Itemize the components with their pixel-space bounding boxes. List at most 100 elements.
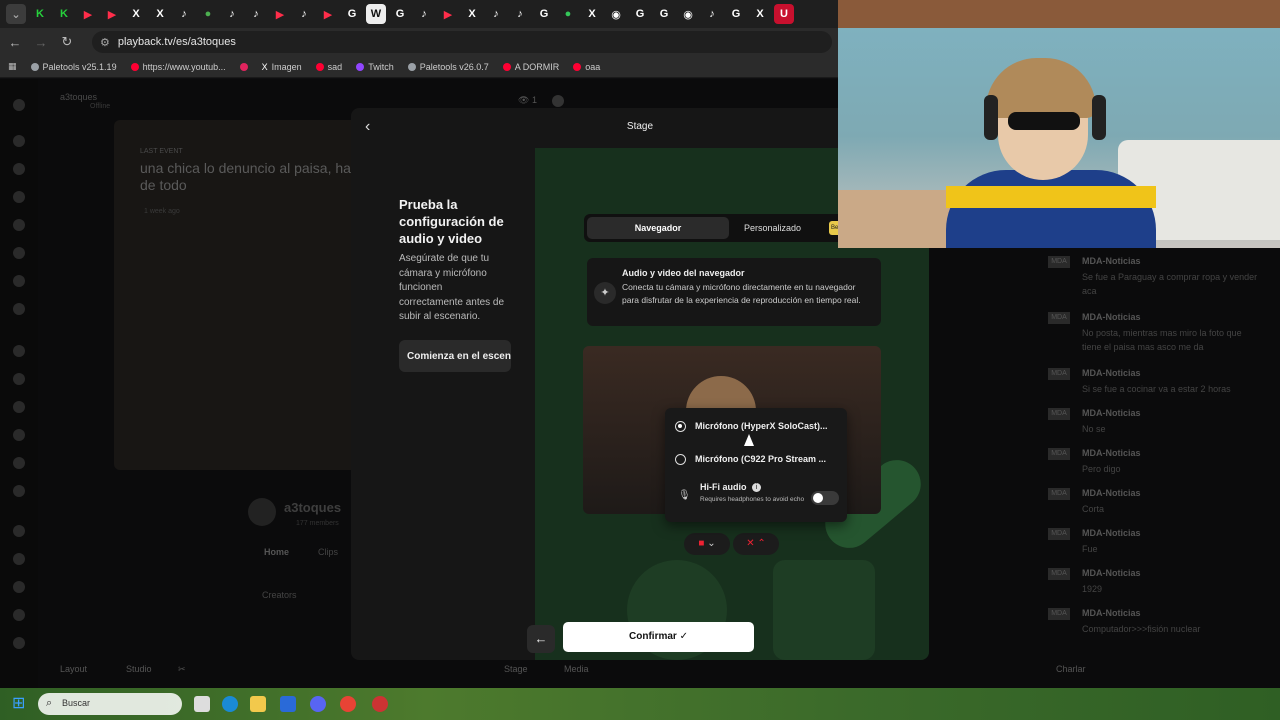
discord-icon[interactable]: [310, 696, 326, 712]
bookmark-item[interactable]: oaa: [573, 62, 600, 72]
task-view-icon[interactable]: [194, 696, 210, 712]
x-tab-icon[interactable]: X: [150, 4, 170, 24]
youtube-tab-icon[interactable]: ▶: [318, 4, 338, 24]
game-tab-icon[interactable]: ●: [198, 4, 218, 24]
youtube-tab-icon[interactable]: ▶: [438, 4, 458, 24]
tab-clips[interactable]: Clips: [318, 547, 338, 557]
wikipedia-tab-icon[interactable]: W: [366, 4, 386, 24]
back-button[interactable]: ←: [527, 625, 555, 653]
bookmark-item[interactable]: X Imagen: [262, 62, 302, 72]
tiktok-tab-icon[interactable]: ♪: [702, 4, 722, 24]
active-tab-icon[interactable]: U: [774, 4, 794, 24]
studio-button[interactable]: Studio: [126, 664, 152, 674]
star-icon[interactable]: [13, 609, 25, 621]
bookmark-item[interactable]: Paletools v25.1.19: [30, 62, 117, 72]
apps-grid-icon[interactable]: ▦: [8, 61, 17, 72]
store-icon[interactable]: [280, 696, 296, 712]
site-info-icon[interactable]: ⚙: [100, 36, 110, 49]
youtube-tab-icon[interactable]: ▶: [78, 4, 98, 24]
google-tab-icon[interactable]: G: [390, 4, 410, 24]
mic-option-c922[interactable]: Micrófono (C922 Pro Stream ...: [675, 449, 845, 469]
media-button[interactable]: Media: [564, 664, 589, 674]
chevron-down-icon[interactable]: [13, 485, 25, 497]
bookmark-item[interactable]: Twitch: [356, 62, 394, 72]
tab-home[interactable]: Home: [264, 547, 289, 557]
radio-selected[interactable]: [675, 420, 686, 432]
chat-username[interactable]: MDA-Noticias: [1082, 448, 1141, 458]
scissors-icon[interactable]: ✂: [178, 664, 186, 675]
tiktok-tab-icon[interactable]: ♪: [414, 4, 434, 24]
bookmark-item[interactable]: [239, 62, 248, 71]
google-tab-icon[interactable]: G: [534, 4, 554, 24]
chat-username[interactable]: MDA-Noticias: [1082, 312, 1141, 322]
channel-avatar[interactable]: [13, 373, 25, 385]
tiktok-tab-icon[interactable]: ♪: [174, 4, 194, 24]
back-arrow-icon[interactable]: ←: [4, 35, 26, 50]
chat-username[interactable]: MDA-Noticias: [1082, 408, 1141, 418]
search-icon[interactable]: [13, 191, 25, 203]
x-tab-icon[interactable]: X: [462, 4, 482, 24]
layout-button[interactable]: Layout: [60, 664, 87, 674]
chrome-icon[interactable]: [340, 696, 356, 712]
tiktok-tab-icon[interactable]: ♪: [510, 4, 530, 24]
chat-username[interactable]: MDA-Noticias: [1082, 488, 1141, 498]
stage-button[interactable]: Stage: [504, 664, 528, 674]
chat-username[interactable]: MDA-Noticias: [1082, 568, 1141, 578]
x-tab-icon[interactable]: X: [126, 4, 146, 24]
channel-avatar[interactable]: [13, 345, 25, 357]
explore-icon[interactable]: [13, 135, 25, 147]
taskbar-search[interactable]: ⌕ Buscar: [38, 693, 182, 715]
chat-input[interactable]: Charlar: [1056, 664, 1086, 674]
camera-toggle[interactable]: ■ ⌄: [684, 533, 730, 555]
kick-tab-icon[interactable]: K: [30, 4, 50, 24]
channel-avatar[interactable]: [13, 247, 25, 259]
segment-browser[interactable]: Navegador: [587, 217, 729, 239]
channel-avatar[interactable]: [13, 275, 25, 287]
url-field[interactable]: ⚙ playback.tv/es/a3toques: [92, 31, 832, 53]
channel-avatar[interactable]: [13, 457, 25, 469]
google-tab-icon[interactable]: G: [654, 4, 674, 24]
channel-avatar[interactable]: [13, 429, 25, 441]
windows-start-icon[interactable]: ⊞: [12, 695, 30, 713]
help-icon[interactable]: [552, 95, 564, 107]
chat-username[interactable]: MDA-Noticias: [1082, 256, 1141, 266]
record-icon[interactable]: [13, 553, 25, 565]
google-tab-icon[interactable]: G: [726, 4, 746, 24]
google-tab-icon[interactable]: G: [342, 4, 362, 24]
chat-username[interactable]: MDA-Noticias: [1082, 528, 1141, 538]
settings-icon[interactable]: [13, 637, 25, 649]
spotify-tab-icon[interactable]: ●: [558, 4, 578, 24]
radio-unselected[interactable]: [675, 453, 686, 465]
reload-icon[interactable]: ↻: [56, 34, 78, 50]
github-tab-icon[interactable]: ◉: [678, 4, 698, 24]
channel-avatar[interactable]: [13, 303, 25, 315]
add-user-icon[interactable]: [13, 219, 25, 231]
chat-username[interactable]: MDA-Noticias: [1082, 368, 1141, 378]
microphone-toggle[interactable]: ✕ ⌃: [733, 533, 779, 555]
x-tab-icon[interactable]: X: [750, 4, 770, 24]
tiktok-tab-icon[interactable]: ♪: [486, 4, 506, 24]
home-icon[interactable]: [13, 163, 25, 175]
analytics-icon[interactable]: [13, 581, 25, 593]
youtube-tab-icon[interactable]: ▶: [270, 4, 290, 24]
bookmark-item[interactable]: sad: [315, 62, 342, 72]
hifi-toggle[interactable]: [811, 491, 839, 505]
chevron-down-icon[interactable]: ⌄: [707, 538, 715, 549]
edge-icon[interactable]: [222, 696, 238, 712]
live-icon[interactable]: [13, 525, 25, 537]
chat-username[interactable]: MDA-Noticias: [1082, 608, 1141, 618]
file-explorer-icon[interactable]: [250, 696, 266, 712]
tiktok-tab-icon[interactable]: ♪: [294, 4, 314, 24]
kick-tab-icon[interactable]: K: [54, 4, 74, 24]
tiktok-tab-icon[interactable]: ♪: [222, 4, 242, 24]
start-stage-button[interactable]: Comienza en el escenario: [399, 340, 511, 372]
mic-option-hyperx[interactable]: Micrófono (HyperX SoloCast)...: [675, 416, 845, 436]
bookmark-item[interactable]: A DORMIR: [502, 62, 559, 72]
bookmark-item[interactable]: Paletools v26.0.7: [407, 62, 489, 72]
channel-avatar[interactable]: [13, 401, 25, 413]
github-tab-icon[interactable]: ◉: [606, 4, 626, 24]
youtube-tab-icon[interactable]: ▶: [102, 4, 122, 24]
collapse-icon[interactable]: [13, 99, 25, 111]
chevron-up-icon[interactable]: ⌃: [757, 538, 765, 549]
bookmark-item[interactable]: https://www.youtub...: [130, 62, 226, 72]
